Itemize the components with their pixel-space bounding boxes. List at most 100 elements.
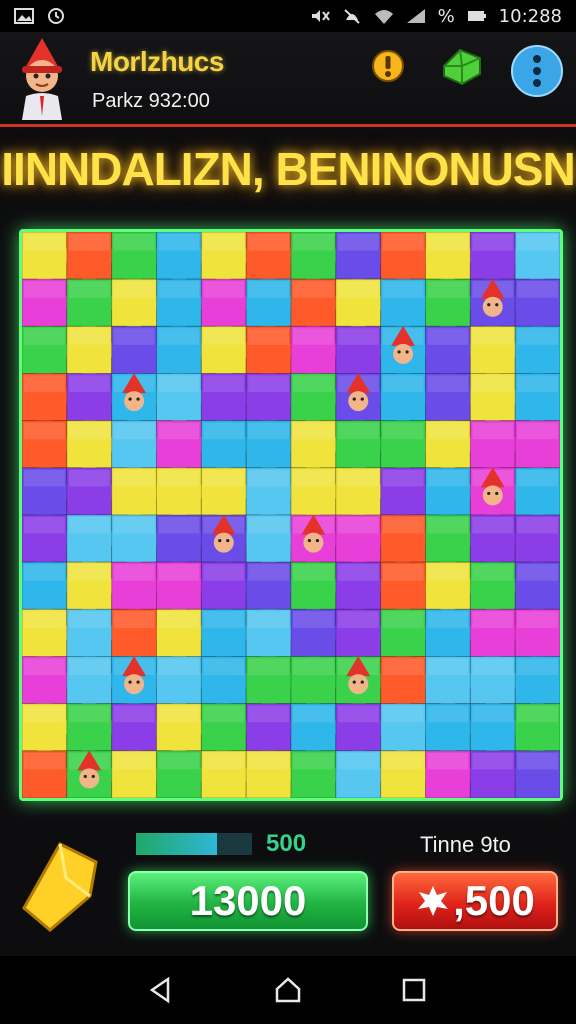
puzzle-piece[interactable] (156, 325, 209, 381)
puzzle-piece[interactable] (66, 656, 119, 711)
puzzle-piece[interactable] (290, 467, 344, 523)
puzzle-piece[interactable] (425, 561, 478, 617)
puzzle-piece[interactable] (290, 656, 344, 711)
puzzle-piece[interactable] (156, 232, 209, 287)
puzzle-piece[interactable] (200, 703, 254, 759)
puzzle-piece[interactable] (156, 750, 209, 798)
puzzle-piece[interactable] (245, 232, 299, 287)
back-icon[interactable] (146, 976, 174, 1004)
player-avatar[interactable] (14, 36, 70, 120)
puzzle-piece[interactable] (22, 467, 75, 523)
puzzle-piece[interactable] (380, 561, 433, 617)
puzzle-piece[interactable] (245, 703, 299, 759)
puzzle-piece[interactable] (380, 278, 433, 334)
puzzle-piece[interactable] (245, 325, 299, 381)
puzzle-piece[interactable] (245, 420, 299, 476)
puzzle-piece[interactable] (335, 514, 388, 570)
puzzle-piece[interactable] (290, 232, 344, 287)
puzzle-piece[interactable] (22, 608, 75, 664)
puzzle-piece[interactable] (245, 514, 299, 570)
puzzle-piece[interactable] (111, 750, 164, 798)
puzzle-piece[interactable] (469, 703, 523, 759)
puzzle-piece[interactable] (425, 467, 478, 523)
puzzle-piece[interactable] (514, 750, 560, 798)
puzzle-piece[interactable] (200, 467, 254, 523)
puzzle-piece[interactable] (514, 703, 560, 759)
puzzle-piece[interactable] (290, 608, 344, 664)
puzzle-piece[interactable] (380, 420, 433, 476)
puzzle-piece[interactable] (514, 514, 560, 570)
puzzle-piece[interactable] (66, 608, 119, 664)
puzzle-piece[interactable] (22, 656, 75, 711)
puzzle-piece[interactable] (111, 232, 164, 287)
puzzle-piece[interactable] (425, 608, 478, 664)
puzzle-piece[interactable] (245, 656, 299, 711)
puzzle-piece[interactable] (200, 750, 254, 798)
puzzle-piece[interactable] (66, 278, 119, 334)
score-button[interactable]: 13000 (128, 871, 368, 931)
home-icon[interactable] (274, 976, 302, 1004)
puzzle-piece[interactable] (200, 561, 254, 617)
puzzle-piece[interactable] (22, 373, 75, 428)
puzzle-piece[interactable] (335, 703, 388, 759)
puzzle-piece[interactable] (22, 750, 75, 798)
puzzle-piece[interactable] (514, 467, 560, 523)
puzzle-piece[interactable] (335, 420, 388, 476)
puzzle-grid[interactable] (22, 232, 560, 798)
puzzle-piece[interactable] (245, 467, 299, 523)
puzzle-piece[interactable] (111, 420, 164, 476)
puzzle-piece[interactable] (380, 232, 433, 287)
puzzle-piece[interactable] (66, 514, 119, 570)
puzzle-piece[interactable] (156, 514, 209, 570)
puzzle-piece[interactable] (66, 373, 119, 428)
puzzle-piece[interactable] (111, 278, 164, 334)
puzzle-piece[interactable] (111, 608, 164, 664)
puzzle-piece[interactable] (156, 608, 209, 664)
puzzle-piece[interactable] (290, 703, 344, 759)
puzzle-piece[interactable] (514, 325, 560, 381)
hint-piece-icon[interactable] (20, 838, 104, 934)
recents-icon[interactable] (400, 976, 428, 1004)
puzzle-piece[interactable] (156, 467, 209, 523)
puzzle-piece[interactable] (156, 373, 209, 428)
puzzle-piece[interactable] (22, 232, 75, 287)
puzzle-piece[interactable] (156, 561, 209, 617)
puzzle-piece[interactable] (469, 514, 523, 570)
puzzle-piece[interactable] (290, 561, 344, 617)
puzzle-piece[interactable] (245, 608, 299, 664)
puzzle-piece[interactable] (22, 278, 75, 334)
puzzle-piece[interactable] (425, 656, 478, 711)
puzzle-piece[interactable] (156, 703, 209, 759)
puzzle-piece[interactable] (469, 656, 523, 711)
puzzle-piece[interactable] (111, 703, 164, 759)
puzzle-piece[interactable] (514, 561, 560, 617)
puzzle-piece[interactable] (290, 750, 344, 798)
puzzle-piece[interactable] (469, 750, 523, 798)
puzzle-piece[interactable] (469, 561, 523, 617)
puzzle-piece[interactable] (200, 278, 254, 334)
puzzle-piece[interactable] (335, 467, 388, 523)
puzzle-piece[interactable] (335, 608, 388, 664)
puzzle-piece[interactable] (200, 608, 254, 664)
puzzle-piece[interactable] (514, 373, 560, 428)
puzzle-piece[interactable] (425, 232, 478, 287)
puzzle-piece[interactable] (380, 656, 433, 711)
puzzle-piece[interactable] (290, 325, 344, 381)
puzzle-piece[interactable] (514, 608, 560, 664)
puzzle-piece[interactable] (425, 703, 478, 759)
puzzle-piece[interactable] (66, 467, 119, 523)
puzzle-piece[interactable] (66, 703, 119, 759)
puzzle-piece[interactable] (380, 373, 433, 428)
puzzle-piece[interactable] (245, 750, 299, 798)
puzzle-piece[interactable] (66, 232, 119, 287)
puzzle-piece[interactable] (290, 373, 344, 428)
puzzle-piece[interactable] (335, 750, 388, 798)
puzzle-piece[interactable] (200, 325, 254, 381)
puzzle-piece[interactable] (22, 420, 75, 476)
puzzle-piece[interactable] (156, 278, 209, 334)
puzzle-piece[interactable] (469, 608, 523, 664)
puzzle-piece[interactable] (380, 750, 433, 798)
puzzle-piece[interactable] (290, 420, 344, 476)
puzzle-board[interactable] (19, 229, 563, 801)
puzzle-piece[interactable] (514, 420, 560, 476)
